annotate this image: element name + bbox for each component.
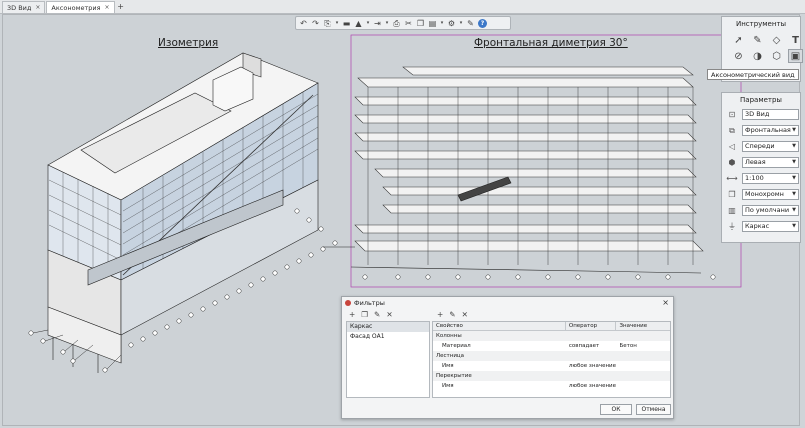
redo-icon[interactable]: ↷ [311, 19, 320, 28]
help-icon[interactable]: ? [478, 18, 487, 28]
isometric-building [28, 52, 338, 373]
chevron-down-icon: ▼ [792, 191, 796, 197]
close-icon[interactable]: × [35, 2, 40, 14]
color-mode-icon: ❒ [728, 190, 736, 199]
cancel-button[interactable]: Отмена [636, 404, 671, 415]
dropdown-icon[interactable]: ▾ [440, 19, 444, 28]
side-select[interactable]: Левая ▼ [742, 157, 799, 168]
duplicate-icon[interactable]: ❐ [361, 310, 368, 319]
column-header: Оператор [566, 322, 617, 330]
cut-icon[interactable]: ✂ [404, 19, 413, 28]
chevron-down-icon: ▼ [792, 223, 796, 229]
color-mode-select[interactable]: Монохромн ▼ [742, 189, 799, 200]
column-header: Свойство [433, 322, 566, 330]
table-header: Свойство Оператор Значение [433, 322, 670, 331]
close-icon[interactable]: × [105, 2, 110, 14]
edit-icon[interactable]: ✎ [449, 310, 455, 319]
list-item[interactable]: Каркас [347, 322, 429, 332]
list-item[interactable]: Фасад ОА1 [347, 332, 429, 342]
add-icon[interactable]: + [437, 310, 443, 319]
app-logo-icon [345, 299, 351, 306]
export-icon[interactable]: ⇥ [373, 19, 382, 28]
folder-icon[interactable]: ▬ [342, 19, 351, 28]
table-row[interactable]: Перекрытие [433, 371, 670, 381]
tooltip: Аксонометрический вид [707, 69, 799, 80]
dimetric-title: Фронтальная диметрия 30° [474, 37, 628, 49]
axonometric-view-icon[interactable]: ▣ [788, 49, 803, 63]
copy-icon[interactable]: ❐ [416, 19, 425, 28]
dropdown-icon[interactable]: ▾ [366, 19, 370, 28]
section-icon[interactable]: ◑ [750, 49, 765, 63]
side-icon: ⬢ [728, 158, 736, 167]
filter-icon: ⏚ [728, 222, 736, 231]
params-panel-title: Параметры [740, 96, 782, 104]
table-row[interactable]: Лестница [433, 351, 670, 361]
tab-strip: 3D Вид × Аксонометрия × + [0, 0, 805, 14]
chevron-down-icon: ▼ [792, 159, 796, 165]
undo-icon[interactable]: ↶ [299, 19, 308, 28]
direction-icon: ◁ [728, 142, 736, 151]
tab-label: 3D Вид [7, 3, 32, 12]
close-icon[interactable]: × [662, 298, 669, 307]
draw-line-icon[interactable]: ✎ [750, 33, 765, 47]
chevron-down-icon: ▼ [792, 143, 796, 149]
chevron-down-icon: ▼ [792, 127, 796, 133]
dialog-title: Фильтры [354, 298, 385, 307]
parameters-panel: Параметры ⊡ 3D Вид ⧉ Фронтальная ▼ ◁ Спер… [721, 92, 801, 243]
frontal-dimetric-building [323, 34, 742, 288]
filters-dialog: Фильтры × + ❐ ✎ ✕ + ✎ ✕ Каркас Фасад ОА1… [341, 296, 674, 419]
table-row[interactable]: Материал совпадает Бетон [433, 341, 670, 351]
column-header: Значение [619, 323, 648, 329]
filter-list-toolbar: + ❐ ✎ ✕ [349, 310, 393, 319]
add-icon[interactable]: + [349, 310, 355, 319]
isometric-title: Изометрия [158, 37, 219, 49]
copy-view-icon[interactable]: ⎘ [323, 19, 332, 28]
text-icon[interactable]: T [788, 33, 803, 47]
settings-icon[interactable]: ⚙ [447, 19, 456, 28]
chevron-down-icon: ▼ [792, 207, 796, 213]
delete-icon[interactable]: ✕ [462, 310, 468, 319]
scale-select[interactable]: 1:100 ▼ [742, 173, 799, 184]
print-icon[interactable]: ⎙ [392, 19, 401, 28]
select-arrow-icon[interactable]: ➚ [731, 33, 746, 47]
tab-3d-view[interactable]: 3D Вид × [2, 1, 46, 14]
table-row[interactable]: Имя любое значение [433, 381, 670, 391]
rules-table: Свойство Оператор Значение Колонны Матер… [432, 321, 671, 398]
filter-select[interactable]: Каркас ▼ [742, 221, 799, 232]
view-toolbar: ↶ ↷ ⎘ ▾ ▬ ▲ ▾ ⇥ ▾ ⎙ ✂ ❐ ▤ ▾ ⚙ ▾ ✎ ? [295, 16, 511, 30]
dialog-header: Фильтры [342, 297, 673, 308]
stamp-icon[interactable]: ▲ [354, 19, 363, 28]
direction-select[interactable]: Спереди ▼ [742, 141, 799, 152]
paste-icon[interactable]: ▤ [428, 19, 437, 28]
dropdown-icon[interactable]: ▾ [335, 19, 339, 28]
view-cube-icon[interactable]: ⬡ [769, 49, 784, 63]
delete-icon[interactable]: ✕ [386, 310, 392, 319]
add-tab-button[interactable]: + [116, 1, 126, 13]
scale-icon: ⟷ [726, 174, 738, 183]
edit-icon[interactable]: ✎ [374, 310, 380, 319]
dropdown-icon[interactable]: ▾ [385, 19, 389, 28]
filter-list: Каркас Фасад ОА1 [346, 321, 430, 398]
tools-panel-title: Инструменты [735, 20, 787, 28]
view-name-field[interactable]: 3D Вид [742, 109, 799, 120]
style-icon: ▥ [728, 206, 736, 215]
wrench-icon[interactable]: ✎ [466, 19, 475, 28]
dropdown-icon[interactable]: ▾ [459, 19, 463, 28]
chevron-down-icon: ▼ [792, 175, 796, 181]
projection-icon: ⧉ [729, 125, 735, 135]
shape-icon[interactable]: ◇ [769, 33, 784, 47]
hide-element-icon[interactable]: ⊘ [731, 49, 746, 63]
table-row[interactable]: Колонны [433, 331, 670, 341]
tab-axonometry[interactable]: Аксонометрия × [46, 1, 115, 14]
ok-button[interactable]: ОК [600, 404, 632, 415]
projection-select[interactable]: Фронтальная ▼ [742, 125, 799, 136]
tab-label: Аксонометрия [51, 3, 101, 12]
style-select[interactable]: По умолчани ▼ [742, 205, 799, 216]
rules-toolbar: + ✎ ✕ [437, 310, 468, 319]
view-name-icon: ⊡ [728, 110, 736, 119]
table-row[interactable]: Имя любое значение [433, 361, 670, 371]
